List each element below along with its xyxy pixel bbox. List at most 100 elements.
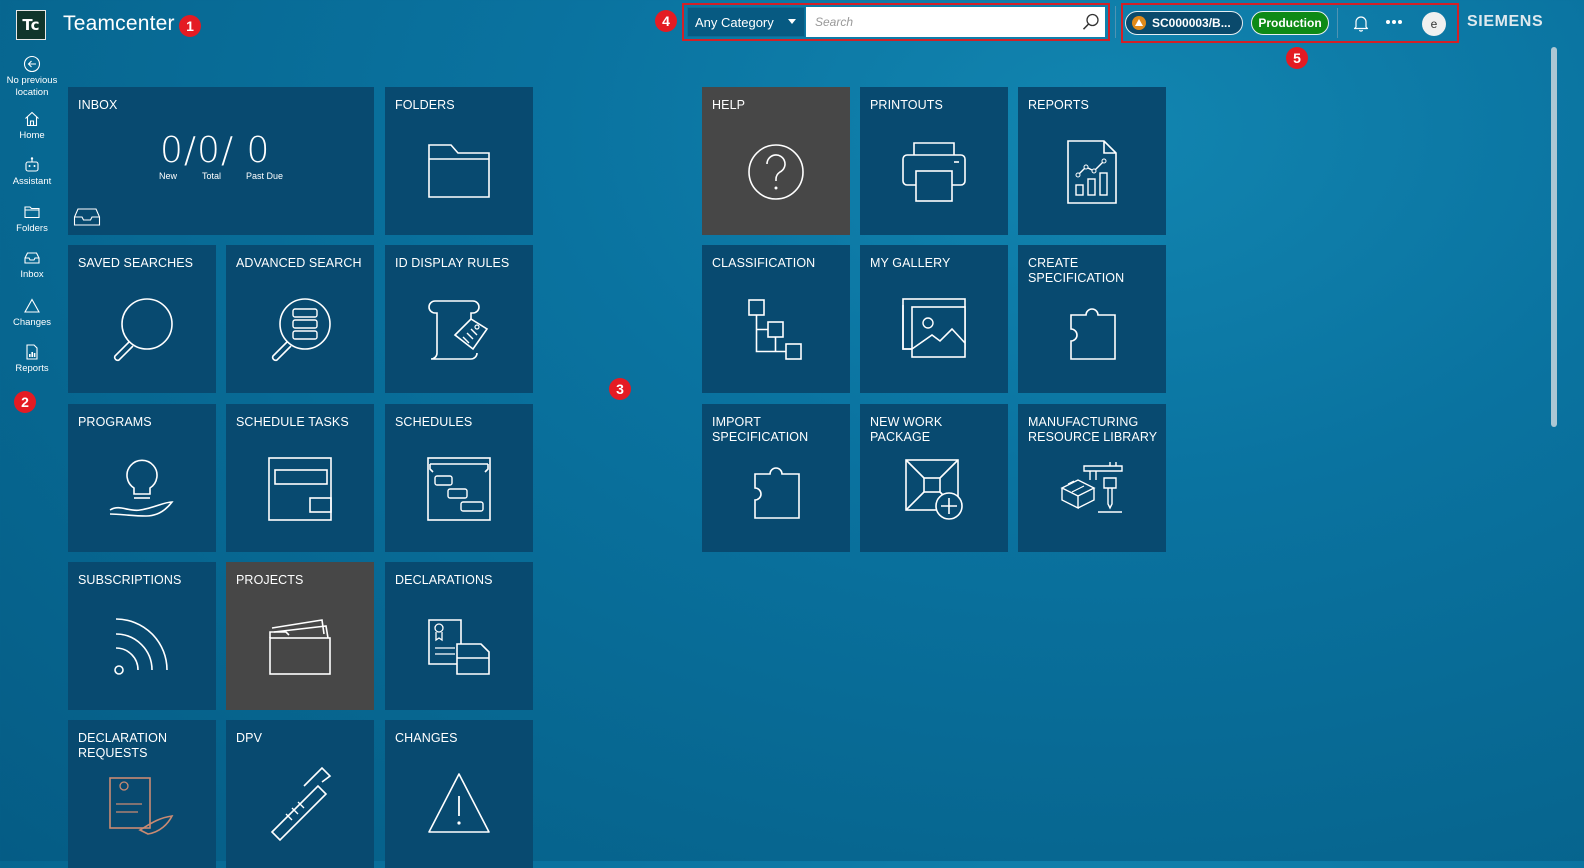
tile-import-specification[interactable]: IMPORT SPECIFICATION (702, 404, 850, 552)
sidebar-item-reports[interactable]: Reports (0, 343, 64, 375)
tile-create-specification[interactable]: CREATE SPECIFICATION (1018, 245, 1166, 393)
annotation-marker-1: 1 (179, 15, 201, 37)
help-icon (748, 144, 804, 200)
sidebar-item-label: Home (19, 130, 45, 141)
header-divider (1115, 6, 1116, 38)
tile-id-display-rules[interactable]: ID DISPLAY RULES (385, 245, 533, 393)
rss-feed-icon (114, 618, 168, 675)
chevron-down-icon (788, 19, 796, 24)
sidebar-item-inbox[interactable]: Inbox (0, 249, 64, 281)
scroll-tag-icon (428, 300, 489, 360)
more-options-icon[interactable] (1385, 19, 1403, 25)
puzzle-icon (1070, 308, 1116, 360)
context-pill[interactable]: SC000003/B... (1125, 11, 1243, 35)
sidebar-item-label: Changes (12, 317, 52, 328)
magnifier-icon (113, 298, 173, 362)
annotation-marker-4: 4 (655, 10, 677, 32)
app-title: Teamcenter (63, 12, 175, 35)
context-label: SC000003/B... (1152, 16, 1231, 30)
sidebar-item-back[interactable]: No previous location (0, 55, 64, 99)
sidebar-item-changes[interactable]: Changes (0, 297, 64, 329)
folder-icon (24, 206, 40, 219)
tile-manufacturing-resource-library[interactable]: MANUFACTURING RESOURCE LIBRARY (1018, 404, 1166, 552)
tile-saved-searches[interactable]: SAVED SEARCHES (68, 245, 216, 393)
schedule-task-icon (268, 457, 332, 521)
assistant-icon (25, 157, 39, 172)
tile-label: INBOX (78, 98, 118, 112)
inbox-total-label: Total (202, 171, 222, 181)
inbox-counts: 0/0/ 0 (160, 130, 271, 171)
printer-icon (902, 142, 966, 202)
tile-declarations[interactable]: DECLARATIONS (385, 562, 533, 710)
category-dropdown-label: Any Category (695, 14, 774, 30)
tile-schedule-tasks[interactable]: SCHEDULE TASKS (226, 404, 374, 552)
tile-printouts[interactable]: PRINTOUTS (860, 87, 1008, 235)
tile-dpv[interactable]: DPV (226, 720, 374, 868)
inbox-total-count: 0 (197, 130, 221, 171)
brand-logo: SIEMENS (1467, 13, 1544, 30)
tile-programs[interactable]: PROGRAMS (68, 404, 216, 552)
environment-label: Production (1258, 16, 1322, 30)
search-input[interactable] (806, 7, 1105, 37)
hierarchy-icon (748, 299, 802, 360)
tile-help[interactable]: HELP (702, 87, 850, 235)
lightbulb-hand-icon (109, 459, 174, 517)
tile-my-gallery[interactable]: MY GALLERY (860, 245, 1008, 393)
user-avatar[interactable]: e (1422, 12, 1446, 36)
tile-changes[interactable]: CHANGES (385, 720, 533, 868)
gantt-icon (427, 457, 491, 521)
vertical-scrollbar[interactable] (1551, 47, 1557, 427)
gallery-icon (902, 298, 966, 358)
inbox-new-count: 0 (160, 130, 184, 171)
declaration-request-icon (109, 777, 174, 835)
inbox-new-label: New (159, 171, 178, 181)
sidebar-item-label: location (15, 87, 49, 98)
context-warning-icon (1132, 16, 1146, 30)
tile-declaration-requests[interactable]: DECLARATION REQUESTS (68, 720, 216, 868)
tile-folders[interactable]: FOLDERS (385, 87, 533, 235)
warning-icon (428, 773, 490, 833)
tile-inbox[interactable]: INBOX 0/0/ 0 New Total Past Due (68, 87, 374, 235)
tile-subscriptions[interactable]: SUBSCRIPTIONS (68, 562, 216, 710)
sidebar-item-folders[interactable]: Folders (0, 203, 64, 235)
tile-reports[interactable]: REPORTS (1018, 87, 1166, 235)
sidebar-item-label: Assistant (12, 176, 52, 187)
annotation-marker-2: 2 (14, 391, 36, 413)
search-icon[interactable] (1081, 12, 1101, 32)
tools-divider (1337, 8, 1338, 38)
machining-tools-icon (1060, 462, 1123, 513)
sidebar-item-assistant[interactable]: Assistant (0, 156, 64, 188)
back-arrow-icon (23, 55, 41, 73)
tile-schedules[interactable]: SCHEDULES (385, 404, 533, 552)
caliper-icon (270, 766, 332, 842)
sidebar-item-label: Inbox (20, 269, 44, 280)
home-icon (25, 111, 39, 127)
environment-badge[interactable]: Production (1251, 11, 1329, 35)
tile-advanced-search[interactable]: ADVANCED SEARCH (226, 245, 374, 393)
sidebar-item-label: No previous (6, 75, 58, 86)
sidebar-item-label: Folders (16, 223, 48, 234)
tile-projects[interactable]: PROJECTS (226, 562, 374, 710)
sidebar-item-label: Reports (15, 363, 49, 374)
puzzle-icon (754, 467, 800, 519)
annotation-marker-5: 5 (1286, 47, 1308, 69)
report-icon (1067, 140, 1117, 204)
inbox-tray-icon (73, 208, 101, 226)
inbox-pastdue-label: Past Due (246, 171, 284, 181)
declaration-icon (428, 619, 490, 675)
sidebar-item-home[interactable]: Home (0, 110, 64, 142)
advanced-search-icon (271, 298, 331, 362)
app-logo[interactable]: Tc (16, 10, 46, 40)
inbox-icon (24, 252, 40, 264)
project-folder-icon (269, 619, 331, 675)
annotation-marker-3: 3 (609, 378, 631, 400)
category-dropdown[interactable]: Any Category (687, 7, 805, 37)
report-icon (26, 344, 38, 360)
bell-icon[interactable] (1352, 14, 1370, 32)
warning-icon (24, 298, 40, 313)
tile-new-work-package[interactable]: NEW WORK PACKAGE (860, 404, 1008, 552)
tile-classification[interactable]: CLASSIFICATION (702, 245, 850, 393)
work-package-add-icon (905, 459, 963, 520)
folder-icon (428, 144, 490, 198)
inbox-pastdue-count: 0 (246, 130, 271, 171)
